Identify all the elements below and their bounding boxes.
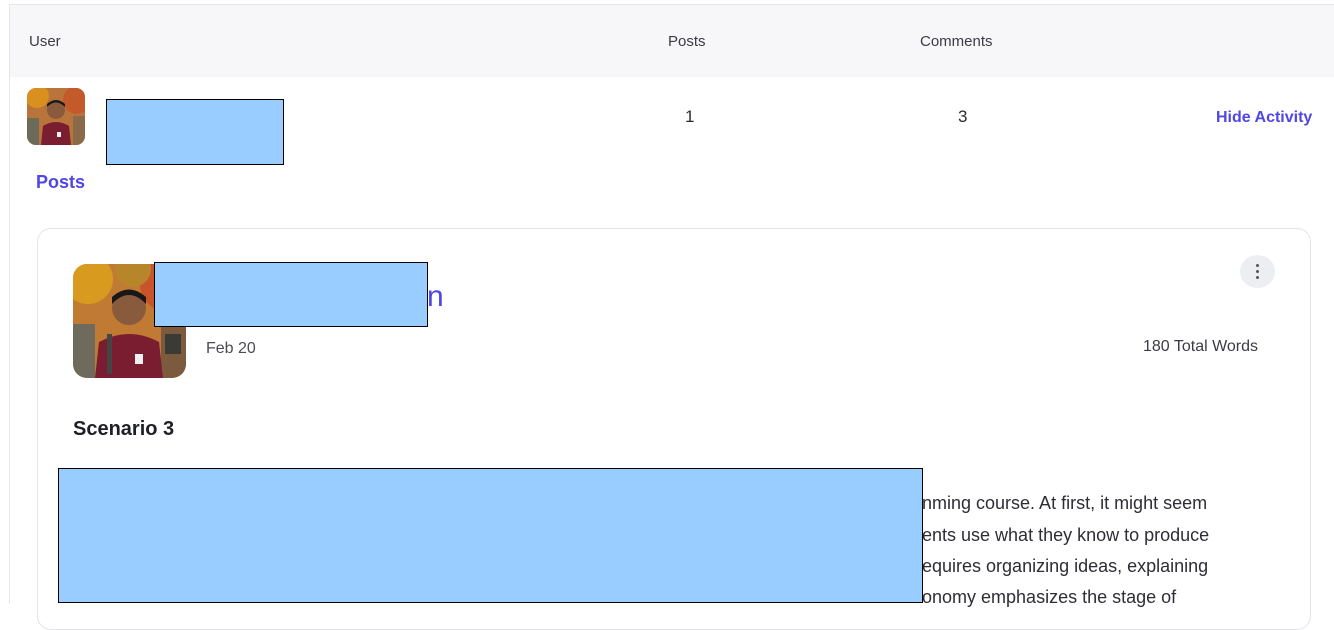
redacted-user-name bbox=[106, 99, 284, 165]
post-body-line: ents use what they know to produce bbox=[922, 525, 1210, 545]
header-user: User bbox=[29, 33, 61, 50]
redacted-author-name bbox=[154, 262, 428, 327]
post-date: Feb 20 bbox=[206, 340, 256, 357]
user-avatar[interactable] bbox=[27, 88, 85, 145]
redacted-post-body bbox=[58, 468, 923, 603]
post-body-line: equires organizing ideas, explaining bbox=[922, 556, 1209, 576]
header-posts: Posts bbox=[668, 33, 706, 50]
kebab-icon[interactable] bbox=[1240, 255, 1275, 288]
author-name-fragment[interactable]: n bbox=[427, 280, 444, 314]
post-title: Scenario 3 bbox=[73, 418, 175, 440]
user-post-count: 1 bbox=[685, 107, 695, 126]
posts-section-title: Posts bbox=[36, 172, 86, 192]
header-comments: Comments bbox=[920, 33, 993, 50]
post-body-line: onomy emphasizes the stage of bbox=[922, 587, 1177, 607]
word-count: 180 Total Words bbox=[1143, 338, 1259, 355]
hide-activity-button[interactable]: Hide Activity bbox=[1216, 109, 1312, 127]
user-comment-count: 3 bbox=[958, 107, 968, 126]
post-body-line: nming course. At first, it might seem bbox=[922, 493, 1208, 513]
table-header: User Posts Comments bbox=[10, 5, 1334, 77]
